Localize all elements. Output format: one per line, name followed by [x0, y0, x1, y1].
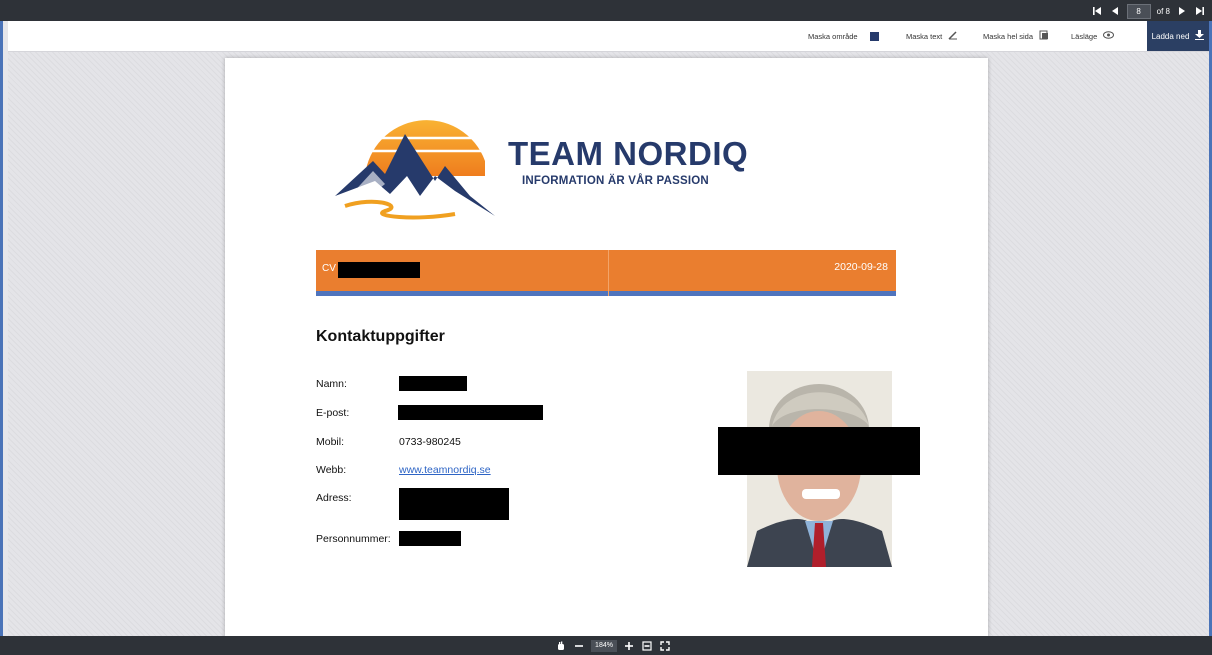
- fit-width-icon[interactable]: [641, 640, 653, 652]
- last-page-icon[interactable]: [1194, 5, 1206, 17]
- redaction-box: [718, 427, 920, 475]
- hand-tool-icon[interactable]: [555, 640, 567, 652]
- top-navigation-bar: 8 of 8: [0, 0, 1212, 21]
- mask-page-button[interactable]: Maska hel sida: [983, 21, 1049, 51]
- document-page: TEAM NORDIQ INFORMATION ÄR VÅR PASSION C…: [225, 58, 988, 642]
- first-page-icon[interactable]: [1091, 5, 1103, 17]
- zoom-controls: 184%: [555, 638, 671, 653]
- redaction-box: [399, 488, 509, 520]
- page-count-label: of 8: [1156, 6, 1170, 16]
- page-mask-icon: [1039, 30, 1049, 42]
- redaction-box: [399, 376, 467, 391]
- eye-icon: [1103, 31, 1115, 41]
- web-link[interactable]: www.teamnordiq.se: [399, 464, 491, 476]
- mask-area-label: Maska område: [808, 31, 858, 41]
- name-label: Namn:: [316, 378, 347, 390]
- previous-page-icon[interactable]: [1109, 5, 1121, 17]
- brand-name: TEAM NORDIQ: [508, 135, 749, 172]
- mask-page-label: Maska hel sida: [983, 31, 1034, 41]
- section-title: Kontaktuppgifter: [316, 328, 445, 345]
- mask-text-label: Maska text: [906, 31, 943, 41]
- redaction-box: [338, 262, 420, 278]
- page-number-input[interactable]: 8: [1126, 3, 1151, 19]
- zoom-in-icon[interactable]: [623, 640, 635, 652]
- brand-tagline: INFORMATION ÄR VÅR PASSION: [522, 175, 709, 187]
- document-viewer[interactable]: TEAM NORDIQ INFORMATION ÄR VÅR PASSION C…: [8, 52, 1209, 642]
- square-icon: [869, 31, 879, 41]
- cv-date: 2020-09-28: [834, 261, 888, 273]
- read-mode-button[interactable]: Läsläge: [1071, 21, 1115, 51]
- redaction-box: [399, 531, 461, 546]
- banner-divider: [608, 250, 609, 296]
- zoom-level[interactable]: 184%: [591, 639, 617, 652]
- download-icon: [1195, 30, 1205, 42]
- cv-label: CV: [322, 263, 336, 274]
- web-label: Webb:: [316, 464, 347, 476]
- page-navigator: 8 of 8: [1091, 3, 1206, 19]
- read-mode-label: Läsläge: [1071, 31, 1098, 41]
- download-button[interactable]: Ladda ned: [1147, 21, 1209, 51]
- mobile-label: Mobil:: [316, 436, 345, 448]
- bottom-bar: 184%: [0, 636, 1212, 655]
- mobile-value: 0733-980245: [399, 436, 461, 448]
- address-label: Adress:: [316, 492, 352, 504]
- pen-icon: [948, 30, 958, 42]
- document-toolbar: Maska område Maska text Maska hel sida L…: [8, 21, 1209, 52]
- mask-area-button[interactable]: Maska område: [808, 21, 879, 51]
- fullscreen-icon[interactable]: [659, 640, 671, 652]
- banner-underline: [316, 291, 896, 296]
- email-label: E-post:: [316, 407, 350, 419]
- next-page-icon[interactable]: [1176, 5, 1188, 17]
- download-label: Ladda ned: [1151, 31, 1190, 41]
- redaction-box: [398, 405, 543, 420]
- mask-text-button[interactable]: Maska text: [906, 21, 958, 51]
- zoom-out-icon[interactable]: [573, 640, 585, 652]
- personal-number-label: Personnummer:: [316, 533, 391, 545]
